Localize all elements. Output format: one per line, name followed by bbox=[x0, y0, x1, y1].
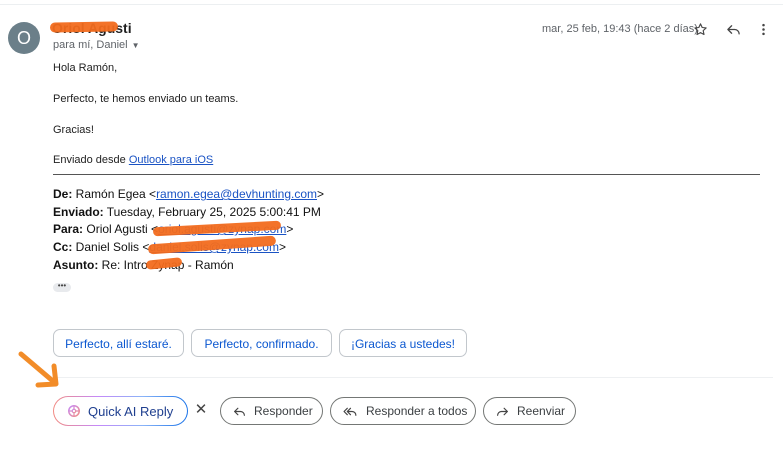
close-icon[interactable]: ✕ bbox=[194, 402, 208, 418]
reply-all-label: Responder a todos bbox=[366, 404, 468, 418]
recipient-details-toggle[interactable]: para mí, Daniel ▼ bbox=[53, 39, 140, 51]
show-trimmed-content-button[interactable]: ••• bbox=[53, 282, 71, 292]
reply-label: Responder bbox=[254, 404, 313, 418]
cc-close: > bbox=[278, 240, 286, 254]
quoted-subject: Asunto: Re: Intro Zynap - Ramón bbox=[53, 258, 234, 272]
quote-separator bbox=[53, 174, 760, 175]
signature-line: Enviado desde Outlook para iOS bbox=[53, 154, 213, 166]
to-label: Para: bbox=[53, 222, 84, 236]
from-close: > bbox=[317, 187, 325, 201]
quick-ai-reply-label: Quick AI Reply bbox=[88, 403, 174, 419]
to-close: > bbox=[286, 222, 294, 236]
body-line: Perfecto, te hemos enviado un teams. bbox=[53, 93, 239, 105]
signature-prefix: Enviado desde bbox=[53, 154, 129, 166]
quoted-from: De: Ramón Egea <ramon.egea@devhunting.co… bbox=[53, 187, 324, 201]
smart-reply-2[interactable]: Perfecto, confirmado. bbox=[191, 329, 332, 357]
forward-button[interactable]: Reenviar bbox=[483, 397, 576, 425]
forward-label: Reenviar bbox=[517, 404, 566, 418]
sent-label: Enviado: bbox=[53, 205, 104, 219]
email-view: O Oriol Agusti para mí, Daniel ▼ mar, 25… bbox=[0, 0, 783, 463]
outlook-link[interactable]: Outlook para iOS bbox=[129, 154, 213, 166]
reply-icon[interactable] bbox=[722, 18, 744, 40]
from-label: De: bbox=[53, 187, 73, 201]
from-email-link[interactable]: ramon.egea@devhunting.com bbox=[156, 187, 317, 201]
from-name: Ramón Egea < bbox=[72, 187, 157, 201]
smart-reply-1[interactable]: Perfecto, allí estaré. bbox=[53, 329, 184, 357]
cc-name: Daniel Solis < bbox=[72, 240, 150, 254]
subject-label: Asunto: bbox=[53, 258, 99, 272]
thanks-line: Gracias! bbox=[53, 124, 94, 136]
reply-all-icon bbox=[343, 407, 357, 416]
annotation-arrow bbox=[18, 351, 59, 388]
reply-button[interactable]: Responder bbox=[220, 397, 323, 425]
more-vert-icon[interactable] bbox=[752, 18, 774, 40]
smart-reply-3[interactable]: ¡Gracias a ustedes! bbox=[339, 329, 467, 357]
message-date: mar, 25 feb, 19:43 (hace 2 días) bbox=[542, 23, 698, 35]
to-name: Oriol Agusti < bbox=[83, 222, 159, 236]
star-icon[interactable] bbox=[689, 18, 711, 40]
redaction-mark bbox=[49, 21, 119, 33]
quoted-sent: Enviado: Tuesday, February 25, 2025 5:00… bbox=[53, 205, 321, 219]
greeting: Hola Ramón, bbox=[53, 62, 118, 74]
actions-divider bbox=[53, 377, 773, 378]
quick-ai-reply-button[interactable]: Quick AI Reply bbox=[53, 396, 188, 426]
quick-ai-reply-inner: Quick AI Reply bbox=[54, 397, 187, 425]
chevron-down-icon: ▼ bbox=[131, 40, 140, 50]
recipient-text: para mí, Daniel bbox=[53, 39, 128, 51]
top-divider bbox=[0, 4, 783, 5]
forward-icon bbox=[497, 407, 508, 416]
reply-all-button[interactable]: Responder a todos bbox=[330, 397, 476, 425]
avatar[interactable]: O bbox=[8, 22, 40, 54]
sent-value: Tuesday, February 25, 2025 5:00:41 PM bbox=[103, 205, 321, 219]
sparkle-icon bbox=[68, 405, 80, 417]
reply-icon bbox=[234, 407, 245, 416]
cc-label: Cc: bbox=[53, 240, 73, 254]
